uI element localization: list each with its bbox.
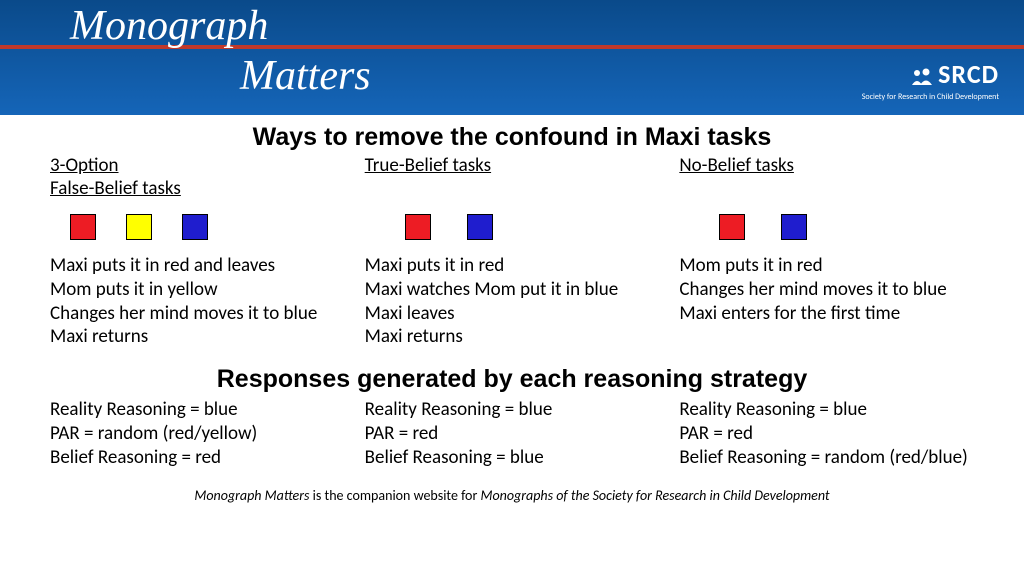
responses-true-belief: Reality Reasoning = blue PAR = red Belie…: [365, 398, 660, 469]
logo-subtitle: Society for Research in Child Developmen…: [862, 92, 999, 102]
heading-text: True-Belief tasks: [365, 154, 491, 177]
step-line: Maxi returns: [50, 325, 345, 349]
color-squares: [365, 214, 660, 240]
step-line: Maxi returns: [365, 325, 660, 349]
response-line: Belief Reasoning = red: [50, 446, 345, 470]
response-line: Belief Reasoning = random (red/blue): [679, 446, 974, 470]
column-no-belief: No-Belief tasks Mom puts it in red Chang…: [679, 154, 974, 349]
logo-text: SRCD: [938, 58, 999, 90]
step-line: Maxi leaves: [365, 302, 660, 326]
heading-text: No-Belief tasks: [679, 154, 794, 177]
heading-prefix: 3-Option: [50, 154, 345, 177]
response-line: Reality Reasoning = blue: [50, 398, 345, 422]
step-line: Maxi enters for the first time: [679, 302, 974, 326]
section-title-1: Ways to remove the confound in Maxi task…: [50, 123, 974, 152]
column-heading: True-Belief tasks: [365, 154, 660, 202]
column-heading: No-Belief tasks: [679, 154, 974, 202]
task-steps: Maxi puts it in red Maxi watches Mom put…: [365, 254, 660, 349]
step-line: Maxi puts it in red and leaves: [50, 254, 345, 278]
people-icon: [910, 67, 938, 92]
column-true-belief: True-Belief tasks Maxi puts it in red Ma…: [365, 154, 660, 349]
task-columns: 3-Option False-Belief tasks Maxi puts it…: [50, 154, 974, 349]
color-squares: [679, 214, 974, 240]
response-line: PAR = red: [365, 422, 660, 446]
response-line: Reality Reasoning = blue: [365, 398, 660, 422]
response-line: Reality Reasoning = blue: [679, 398, 974, 422]
red-square-icon: [719, 214, 745, 240]
blue-square-icon: [781, 214, 807, 240]
column-heading: 3-Option False-Belief tasks: [50, 154, 345, 202]
footer-italic-1: Monograph Matters: [194, 487, 309, 504]
response-line: PAR = random (red/yellow): [50, 422, 345, 446]
blue-square-icon: [182, 214, 208, 240]
section-title-2: Responses generated by each reasoning st…: [50, 365, 974, 394]
footer-note: Monograph Matters is the companion websi…: [50, 487, 974, 504]
column-false-belief: 3-Option False-Belief tasks Maxi puts it…: [50, 154, 345, 349]
blue-square-icon: [467, 214, 493, 240]
task-steps: Mom puts it in red Changes her mind move…: [679, 254, 974, 325]
step-line: Changes her mind moves it to blue: [50, 302, 345, 326]
responses-no-belief: Reality Reasoning = blue PAR = red Belie…: [679, 398, 974, 469]
step-line: Mom puts it in red: [679, 254, 974, 278]
step-line: Changes her mind moves it to blue: [679, 278, 974, 302]
step-line: Maxi watches Mom put it in blue: [365, 278, 660, 302]
srcd-logo: SRCD Society for Research in Child Devel…: [862, 58, 999, 102]
color-squares: [50, 214, 345, 240]
response-line: Belief Reasoning = blue: [365, 446, 660, 470]
brand-word-top: Monograph: [70, 2, 268, 50]
yellow-square-icon: [126, 214, 152, 240]
red-square-icon: [405, 214, 431, 240]
red-square-icon: [70, 214, 96, 240]
header-banner: Monograph Matters SRCD Society for Resea…: [0, 0, 1024, 115]
step-line: Mom puts it in yellow: [50, 278, 345, 302]
slide-content: Ways to remove the confound in Maxi task…: [0, 115, 1024, 504]
response-columns: Reality Reasoning = blue PAR = random (r…: [50, 398, 974, 469]
footer-plain: is the companion website for: [309, 487, 480, 504]
response-line: PAR = red: [679, 422, 974, 446]
task-steps: Maxi puts it in red and leaves Mom puts …: [50, 254, 345, 349]
footer-italic-2: Monographs of the Society for Research i…: [481, 487, 830, 504]
heading-text: False-Belief tasks: [50, 177, 181, 200]
responses-false-belief: Reality Reasoning = blue PAR = random (r…: [50, 398, 345, 469]
step-line: Maxi puts it in red: [365, 254, 660, 278]
brand-word-bottom: Matters: [240, 52, 371, 100]
